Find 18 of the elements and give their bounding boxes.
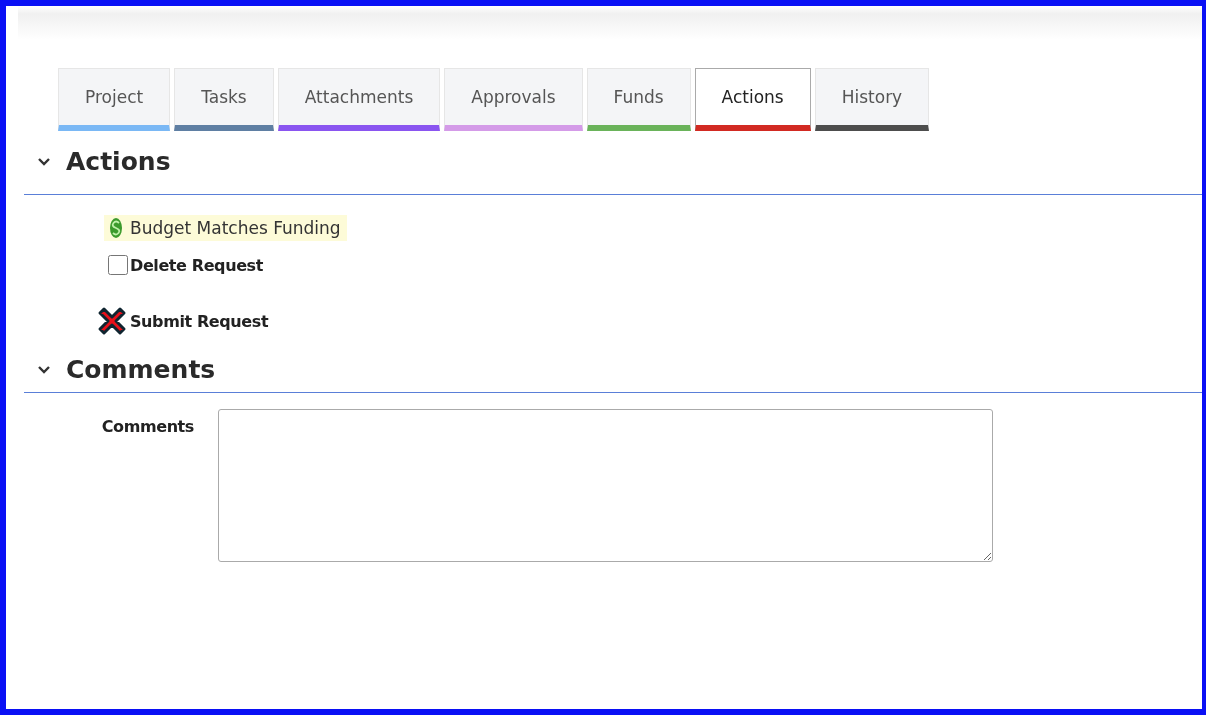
checkbox[interactable] [108, 255, 128, 275]
chevron-icon[interactable] [36, 364, 52, 375]
chevron-icon[interactable] [36, 156, 52, 167]
dollar-icon [110, 218, 122, 238]
comments-field[interactable] [218, 409, 993, 562]
tab[interactable]: Attachments [277, 68, 441, 131]
tab[interactable]: Tasks [174, 68, 274, 131]
tab[interactable]: Approvals [444, 68, 583, 131]
tab[interactable]: Project [58, 68, 171, 131]
status-badge: Budget Matches Funding [104, 215, 347, 241]
tab[interactable]: Actions [694, 68, 811, 131]
section-title: Actions [66, 147, 171, 176]
checkbox-label: Delete Request [130, 255, 263, 275]
tab[interactable]: Funds [586, 68, 691, 131]
section-title: Comments [66, 355, 216, 384]
field-label: Comments [100, 416, 194, 436]
action-label: Submit Request [130, 311, 269, 331]
tab[interactable]: History [814, 68, 930, 131]
